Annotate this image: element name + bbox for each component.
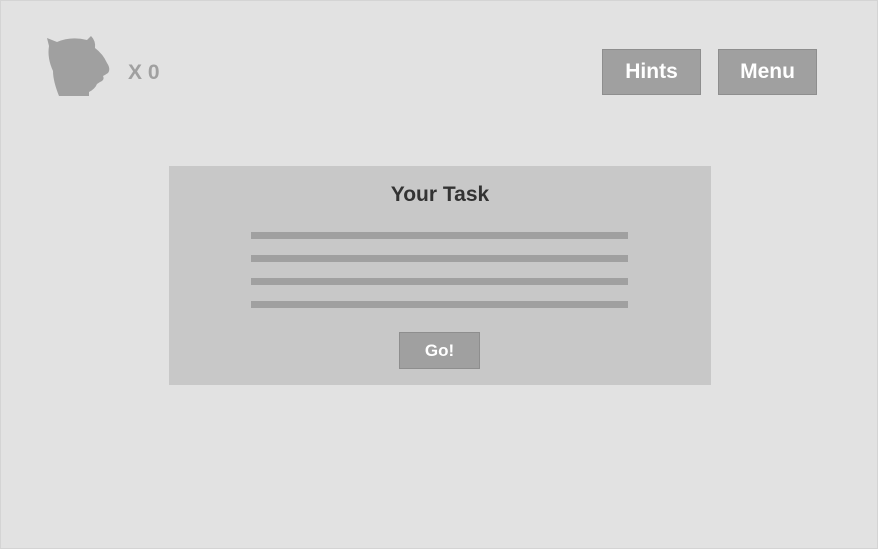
menu-button[interactable]: Menu [718,49,817,95]
task-text-placeholder-line [251,278,628,285]
task-text-placeholder-line [251,255,628,262]
lives-counter: X 0 [128,61,160,84]
task-title: Your Task [390,183,490,206]
task-text-placeholder-line [251,232,628,239]
hints-button[interactable]: Hints [602,49,701,95]
game-screen: X 0 Hints Menu Your Task Go! [0,0,878,549]
go-button[interactable]: Go! [399,332,480,369]
cat-head-icon [45,36,111,96]
task-panel: Your Task Go! [169,166,711,385]
task-text-placeholder-line [251,301,628,308]
